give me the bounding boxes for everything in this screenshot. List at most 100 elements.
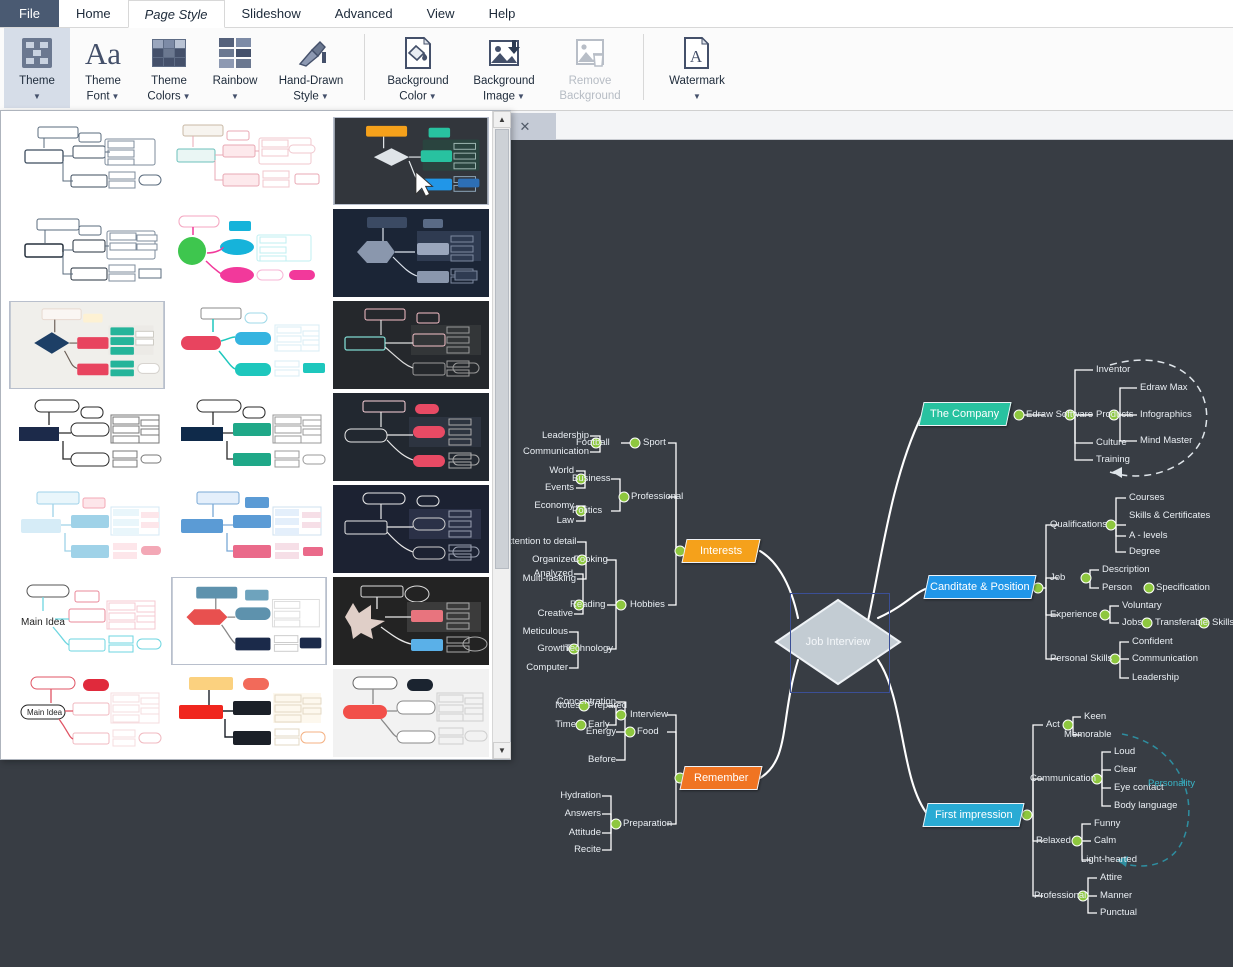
theme-thumbnail-5[interactable] xyxy=(171,209,327,297)
leaf-experience[interactable]: Experience xyxy=(1050,609,1098,620)
leaf-a-levels[interactable]: A - levels xyxy=(1129,530,1168,541)
leaf-law[interactable]: Law xyxy=(529,515,574,526)
leaf-business[interactable]: Business xyxy=(572,473,611,484)
leaf-keen[interactable]: Keen xyxy=(1084,711,1106,722)
theme-gallery-dropdown[interactable]: Main Idea Main Idea ▲ ▼ xyxy=(0,110,511,760)
leaf-person[interactable]: Person xyxy=(1102,582,1132,593)
background-image-button[interactable]: Background Image ▼ xyxy=(461,28,547,108)
callout-label-personality[interactable]: Personality xyxy=(1148,778,1195,789)
theme-thumbnail-14[interactable] xyxy=(171,485,327,573)
leaf-confident[interactable]: Confident xyxy=(1132,636,1173,647)
theme-thumbnail-2[interactable] xyxy=(171,117,327,205)
leaf-events[interactable]: Events xyxy=(529,482,574,493)
rainbow-button[interactable]: Rainbow ▼ xyxy=(202,28,268,108)
remove-background-button[interactable]: Remove Background xyxy=(547,28,633,108)
leaf-relaxed[interactable]: Relaxed xyxy=(1036,835,1071,846)
leaf-qualifications[interactable]: Qualifications xyxy=(1050,519,1107,530)
theme-thumbnail-10[interactable] xyxy=(9,393,165,481)
menu-item-view[interactable]: View xyxy=(410,0,472,27)
leaf-infographics[interactable]: Infographics xyxy=(1140,409,1192,420)
scroll-down-button[interactable]: ▼ xyxy=(493,742,511,759)
leaf-products[interactable]: Products xyxy=(1096,409,1134,420)
leaf-reading[interactable]: Reading xyxy=(570,599,605,610)
leaf-specification[interactable]: Specification xyxy=(1156,582,1210,593)
leaf-hobbies[interactable]: Hobbies xyxy=(630,599,665,610)
chevron-down-icon[interactable]: ▼ xyxy=(693,90,701,103)
theme-thumbnail-13[interactable] xyxy=(9,485,165,573)
leaf-communication-impression[interactable]: Communication xyxy=(1030,773,1096,784)
leaf-growth[interactable]: Growth xyxy=(522,643,568,654)
branch-node-first-impression[interactable]: First impression xyxy=(922,803,1025,827)
leaf-manner[interactable]: Manner xyxy=(1100,890,1132,901)
theme-colors-button[interactable]: Theme Colors ▼ xyxy=(136,28,202,108)
leaf-professional-impression[interactable]: Professional xyxy=(1034,890,1086,901)
leaf-mind-master[interactable]: Mind Master xyxy=(1140,435,1192,446)
scroll-up-button[interactable]: ▲ xyxy=(493,111,511,128)
leaf-job[interactable]: Job xyxy=(1050,572,1065,583)
leaf-attire[interactable]: Attire xyxy=(1100,872,1122,883)
theme-gallery-scroll-area[interactable]: Main Idea Main Idea xyxy=(1,111,493,759)
leaf-light-hearted[interactable]: Light-hearted xyxy=(1081,854,1137,865)
watermark-button[interactable]: A Watermark ▼ xyxy=(654,28,740,108)
leaf-computer[interactable]: Computer xyxy=(514,662,568,673)
theme-thumbnail-21[interactable] xyxy=(333,669,489,757)
leaf-punctual[interactable]: Punctual xyxy=(1100,907,1137,918)
leaf-funny[interactable]: Funny xyxy=(1094,818,1120,829)
leaf-voluntary[interactable]: Voluntary xyxy=(1122,600,1162,611)
leaf-answers[interactable]: Answers xyxy=(547,808,601,819)
branch-node-the-company[interactable]: The Company xyxy=(918,402,1012,426)
leaf-attitude[interactable]: Attitude xyxy=(551,827,601,838)
leaf-creative[interactable]: Creative xyxy=(522,608,573,619)
leaf-politics[interactable]: Politics xyxy=(572,505,602,516)
leaf-courses[interactable]: Courses xyxy=(1129,492,1164,503)
leaf-interview[interactable]: Interview xyxy=(630,709,668,720)
theme-button[interactable]: Theme ▼ xyxy=(4,28,70,108)
chevron-down-icon[interactable]: ▼ xyxy=(33,90,41,103)
theme-thumbnail-15[interactable] xyxy=(333,485,489,573)
leaf-attention-to-detail[interactable]: Attention to detail xyxy=(503,536,576,547)
theme-thumbnail-3[interactable] xyxy=(333,117,489,205)
hand-drawn-style-button[interactable]: Hand-Drawn Style ▼ xyxy=(268,28,354,108)
center-node-label[interactable]: Job Interview xyxy=(776,632,900,652)
leaf-memorable[interactable]: Memorable xyxy=(1064,729,1112,740)
leaf-skills-certificates[interactable]: Skills & Certificates xyxy=(1129,510,1210,521)
leaf-calm[interactable]: Calm xyxy=(1094,835,1116,846)
chevron-down-icon[interactable]: ▼ xyxy=(517,92,525,101)
theme-thumbnail-7[interactable] xyxy=(9,301,165,389)
scrollbar-thumb[interactable] xyxy=(495,129,509,569)
chevron-down-icon[interactable]: ▼ xyxy=(183,92,191,101)
leaf-description[interactable]: Description xyxy=(1102,564,1150,575)
theme-thumbnail-9[interactable] xyxy=(333,301,489,389)
menu-item-page-style[interactable]: Page Style xyxy=(127,0,225,28)
leaf-preparation[interactable]: Preparation xyxy=(623,818,672,829)
theme-thumbnail-20[interactable] xyxy=(171,669,327,757)
leaf-leadership-interests[interactable]: Leadership xyxy=(537,430,589,441)
menu-item-home[interactable]: Home xyxy=(59,0,128,27)
leaf-transferable[interactable]: Transferable xyxy=(1155,617,1208,628)
leaf-sport[interactable]: Sport xyxy=(643,437,666,448)
theme-thumbnail-4[interactable] xyxy=(9,209,165,297)
theme-font-button[interactable]: Aa Theme Font ▼ xyxy=(70,28,136,108)
leaf-meticulous[interactable]: Meticulous xyxy=(512,626,568,637)
branch-node-interests[interactable]: Interests xyxy=(681,539,761,563)
leaf-economy[interactable]: Economy xyxy=(524,500,574,511)
leaf-edraw-max[interactable]: Edraw Max xyxy=(1140,382,1188,393)
leaf-jobs[interactable]: Jobs xyxy=(1122,617,1142,628)
chevron-down-icon[interactable]: ▼ xyxy=(112,92,120,101)
menu-item-help[interactable]: Help xyxy=(472,0,533,27)
leaf-cooking[interactable]: Cooking xyxy=(573,554,608,565)
leaf-food[interactable]: Food xyxy=(637,726,659,737)
leaf-concentration[interactable]: Concentration xyxy=(549,696,616,707)
branch-node-remember[interactable]: Remember xyxy=(679,766,763,790)
theme-thumbnail-19[interactable]: Main Idea xyxy=(9,669,165,757)
leaf-recite[interactable]: Recite xyxy=(559,844,601,855)
leaf-skills[interactable]: Skills xyxy=(1212,617,1233,628)
chevron-down-icon[interactable]: ▼ xyxy=(429,92,437,101)
leaf-personal-skills[interactable]: Personal Skills xyxy=(1050,653,1112,664)
leaf-edraw-software[interactable]: Edraw Software xyxy=(1026,409,1093,420)
chevron-down-icon[interactable]: ▼ xyxy=(321,92,329,101)
theme-thumbnail-16[interactable]: Main Idea xyxy=(9,577,165,665)
leaf-clear[interactable]: Clear xyxy=(1114,764,1137,775)
leaf-energy[interactable]: Energy xyxy=(561,726,616,737)
leaf-act[interactable]: Act xyxy=(1046,719,1060,730)
